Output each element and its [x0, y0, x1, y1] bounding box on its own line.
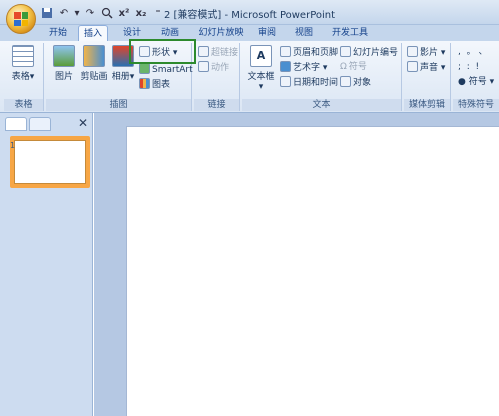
slides-tab[interactable]: [5, 117, 27, 131]
movie-button[interactable]: 影片 ▾: [407, 46, 445, 59]
table-group-label: 表格: [4, 99, 43, 111]
text-group-label: 文本: [242, 99, 401, 111]
action-label: 动作: [211, 63, 230, 73]
object-label: 对象: [353, 78, 372, 88]
shapes-highlight-box: [129, 39, 196, 64]
links-group-label: 链接: [194, 99, 239, 111]
slide-canvas[interactable]: [126, 126, 499, 416]
table-button[interactable]: 表格▾: [9, 45, 37, 82]
picture-button[interactable]: 图片: [50, 45, 78, 82]
special-group-label: 特殊符号: [453, 99, 499, 111]
illustrations-group-label: 插图: [46, 99, 191, 111]
table-icon: [12, 45, 34, 67]
textbox-button[interactable]: A 文本框▾: [246, 45, 276, 92]
tab-slideshow[interactable]: 幻灯片放映: [195, 25, 247, 41]
symbol-button[interactable]: Ω 符号: [340, 61, 367, 74]
special-symbols-group: , 。 、 ; : ! ● 符号 ▾ 特殊符号: [453, 43, 499, 111]
media-group: 影片 ▾ 声音 ▾ 媒体剪辑: [404, 43, 451, 111]
hyperlink-label: 超链接: [211, 48, 239, 58]
media-group-label: 媒体剪辑: [404, 99, 450, 111]
header-footer-button[interactable]: 页眉和页脚: [280, 46, 338, 59]
hyperlink-button[interactable]: 超链接: [198, 46, 238, 59]
table-group: 表格▾ 表格: [4, 43, 44, 111]
symbol-label: 符号: [348, 62, 367, 72]
window-title: 2 [兼容模式] - Microsoft PowerPoint: [163, 10, 336, 21]
movie-icon: [407, 46, 418, 57]
chart-label: 图表: [152, 80, 171, 90]
header-footer-icon: [280, 46, 291, 57]
smartart-button[interactable]: SmartArt: [139, 63, 193, 76]
smartart-label: SmartArt: [152, 65, 193, 75]
wordart-label: 艺术字: [293, 63, 321, 73]
chart-icon: [139, 78, 150, 89]
header-footer-label: 页眉和页脚: [293, 48, 339, 58]
object-button[interactable]: 对象: [340, 76, 371, 89]
textbox-label: 文本框: [247, 72, 275, 82]
slide-number: 1: [10, 141, 16, 150]
slide-number-label: 幻灯片编号: [353, 48, 399, 58]
special-symbol-button[interactable]: ● 符号 ▾: [458, 76, 494, 89]
tab-review[interactable]: 审阅: [254, 25, 280, 41]
sound-label: 声音: [420, 63, 439, 73]
picture-label: 图片: [54, 72, 73, 82]
chart-button[interactable]: 图表: [139, 78, 170, 91]
symbol-row-1[interactable]: , 。 、: [458, 46, 487, 59]
sound-icon: [407, 61, 418, 72]
action-icon: [198, 61, 209, 72]
action-button[interactable]: 动作: [198, 61, 229, 74]
textbox-icon: A: [250, 45, 272, 67]
special-symbol-label: 符号: [468, 77, 487, 87]
slide-thumbnail[interactable]: [14, 140, 86, 184]
office-button[interactable]: [6, 4, 36, 34]
table-button-label: 表格: [11, 72, 30, 82]
sound-button[interactable]: 声音 ▾: [407, 61, 445, 74]
title-bar: ↶ ▾ ↷ x² x₂ ⁼ 2 [兼容模式] - Microsoft Power…: [0, 0, 499, 25]
wordart-button[interactable]: 艺术字 ▾: [280, 61, 327, 74]
tab-view[interactable]: 视图: [291, 25, 317, 41]
links-group: 超链接 动作 链接: [194, 43, 240, 111]
tab-developer[interactable]: 开发工具: [329, 25, 371, 41]
tab-insert[interactable]: 插入: [78, 25, 108, 42]
slide-number-icon: [340, 46, 351, 57]
office-logo-icon: [14, 12, 28, 26]
datetime-label: 日期和时间: [293, 78, 339, 88]
outline-tab[interactable]: [29, 117, 51, 131]
smartart-icon: [139, 63, 150, 74]
text-group: A 文本框▾ 页眉和页脚 艺术字 ▾ 日期和时间 幻灯片编号 Ω 符号 对象 文本: [242, 43, 402, 111]
datetime-icon: [280, 76, 291, 87]
hyperlink-icon: [198, 46, 209, 57]
omega-icon: Ω: [340, 62, 347, 72]
movie-label: 影片: [420, 48, 439, 58]
album-label: 相册: [111, 72, 130, 82]
datetime-button[interactable]: 日期和时间: [280, 76, 338, 89]
clipart-button[interactable]: 剪贴画: [80, 45, 108, 82]
wordart-icon: [280, 61, 291, 72]
ribbon: 表格▾ 表格 图片 剪贴画 相册▾ 形状 ▾ SmartArt 图表 插图 超链…: [0, 41, 499, 113]
clipart-icon: [83, 45, 105, 67]
object-icon: [340, 76, 351, 87]
picture-icon: [53, 45, 75, 67]
close-pane-icon[interactable]: ✕: [78, 116, 88, 130]
symbol-row-2[interactable]: ; : !: [458, 61, 479, 74]
clipart-label: 剪贴画: [80, 72, 108, 82]
slide-number-button[interactable]: 幻灯片编号: [340, 46, 398, 59]
tab-home[interactable]: 开始: [43, 25, 73, 41]
ribbon-tabs: 开始 插入 设计 动画 幻灯片放映 审阅 视图 开发工具: [0, 25, 499, 42]
